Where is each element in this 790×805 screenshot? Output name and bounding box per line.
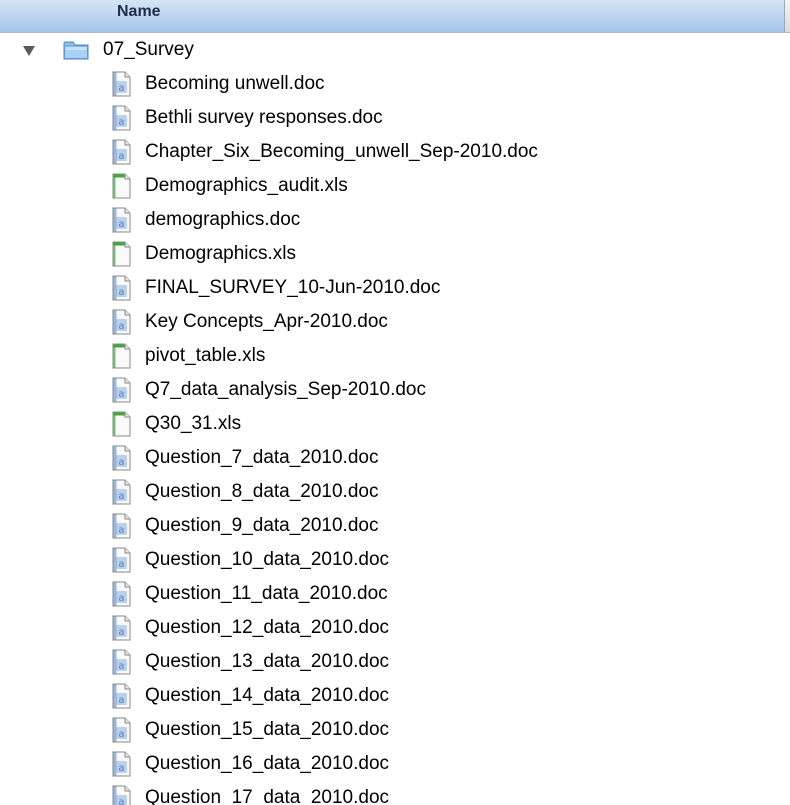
word-document-icon: a (112, 479, 131, 505)
svg-text:a: a (118, 661, 124, 672)
file-name: Question_16_data_2010.doc (145, 753, 390, 774)
svg-text:a: a (118, 559, 124, 570)
file-name: Demographics_audit.xls (145, 175, 348, 196)
file-name: Question_14_data_2010.doc (145, 685, 390, 706)
file-row[interactable]: a Becoming unwell.doc (0, 67, 790, 101)
file-name: Key Concepts_Apr-2010.doc (145, 311, 388, 332)
file-row[interactable]: a Q7_data_analysis_Sep-2010.doc (0, 373, 790, 407)
svg-text:a: a (118, 797, 124, 805)
word-document-icon: a (112, 581, 131, 607)
file-name: Becoming unwell.doc (145, 73, 325, 94)
file-row[interactable]: pivot_table.xls (0, 339, 790, 373)
folder-row-07-survey[interactable]: 07_Survey (0, 33, 790, 67)
file-row[interactable]: a demographics.doc (0, 203, 790, 237)
word-document-icon: a (112, 547, 131, 573)
file-name: Question_8_data_2010.doc (145, 481, 379, 502)
svg-text:a: a (118, 695, 124, 706)
svg-text:a: a (118, 219, 124, 230)
word-document-icon: a (112, 751, 131, 777)
file-row[interactable]: a Question_8_data_2010.doc (0, 475, 790, 509)
svg-text:a: a (118, 593, 124, 604)
excel-spreadsheet-icon (112, 173, 131, 199)
disclosure-triangle-expanded-icon[interactable] (23, 46, 35, 56)
excel-spreadsheet-icon (112, 241, 131, 267)
file-name: Question_9_data_2010.doc (145, 515, 379, 536)
word-document-icon: a (112, 139, 131, 165)
excel-spreadsheet-icon (112, 411, 131, 437)
file-row[interactable]: Demographics_audit.xls (0, 169, 790, 203)
word-document-icon: a (112, 105, 131, 131)
svg-text:a: a (118, 763, 124, 774)
folder-name: 07_Survey (103, 39, 194, 60)
file-name: Chapter_Six_Becoming_unwell_Sep-2010.doc (145, 141, 538, 162)
file-row[interactable]: a Question_17_data_2010.doc (0, 781, 790, 805)
svg-text:a: a (118, 151, 124, 162)
word-document-icon: a (112, 71, 131, 97)
file-name: Demographics.xls (145, 243, 296, 264)
file-name: Question_10_data_2010.doc (145, 549, 390, 570)
file-row[interactable]: a Question_15_data_2010.doc (0, 713, 790, 747)
svg-text:a: a (118, 457, 124, 468)
word-document-icon: a (112, 275, 131, 301)
file-browser: Name 07_Survey a Becoming unwell.doc a Beth… (0, 0, 790, 805)
file-row[interactable]: a Question_10_data_2010.doc (0, 543, 790, 577)
file-list: 07_Survey a Becoming unwell.doc a Bethli su… (0, 33, 790, 805)
column-header-bar: Name (0, 0, 790, 33)
file-row[interactable]: a Question_13_data_2010.doc (0, 645, 790, 679)
svg-text:a: a (118, 525, 124, 536)
svg-text:a: a (118, 287, 124, 298)
word-document-icon: a (112, 377, 131, 403)
file-row[interactable]: Demographics.xls (0, 237, 790, 271)
file-row[interactable]: a Question_9_data_2010.doc (0, 509, 790, 543)
file-row[interactable]: a Question_12_data_2010.doc (0, 611, 790, 645)
file-row[interactable]: a Question_7_data_2010.doc (0, 441, 790, 475)
word-document-icon: a (112, 615, 131, 641)
file-row[interactable]: Q30_31.xls (0, 407, 790, 441)
file-name: Question_13_data_2010.doc (145, 651, 390, 672)
svg-text:a: a (118, 117, 124, 128)
file-name: Q7_data_analysis_Sep-2010.doc (145, 379, 426, 400)
svg-text:a: a (118, 389, 124, 400)
file-name: Question_17_data_2010.doc (145, 787, 390, 805)
file-row[interactable]: a Question_11_data_2010.doc (0, 577, 790, 611)
word-document-icon: a (112, 309, 131, 335)
svg-text:a: a (118, 627, 124, 638)
word-document-icon: a (112, 445, 131, 471)
word-document-icon: a (112, 207, 131, 233)
file-row[interactable]: a Question_14_data_2010.doc (0, 679, 790, 713)
file-row[interactable]: a Question_16_data_2010.doc (0, 747, 790, 781)
file-name: Question_7_data_2010.doc (145, 447, 379, 468)
file-row[interactable]: a Chapter_Six_Becoming_unwell_Sep-2010.do… (0, 135, 790, 169)
file-name: Question_11_data_2010.doc (145, 583, 388, 604)
file-name: FINAL_SURVEY_10-Jun-2010.doc (145, 277, 441, 298)
file-name: Bethli survey responses.doc (145, 107, 383, 128)
file-row[interactable]: a Bethli survey responses.doc (0, 101, 790, 135)
word-document-icon: a (112, 717, 131, 743)
file-name: Question_15_data_2010.doc (145, 719, 390, 740)
svg-text:a: a (118, 321, 124, 332)
word-document-icon: a (112, 513, 131, 539)
word-document-icon: a (112, 649, 131, 675)
svg-text:a: a (118, 491, 124, 502)
svg-text:a: a (118, 83, 124, 94)
folder-icon (63, 41, 89, 60)
file-row[interactable]: a FINAL_SURVEY_10-Jun-2010.doc (0, 271, 790, 305)
file-name: demographics.doc (145, 209, 301, 230)
file-name: Question_12_data_2010.doc (145, 617, 390, 638)
file-row[interactable]: a Key Concepts_Apr-2010.doc (0, 305, 790, 339)
svg-text:a: a (118, 729, 124, 740)
word-document-icon: a (112, 683, 131, 709)
name-column-header[interactable]: Name (0, 0, 785, 32)
name-column-label: Name (117, 3, 161, 20)
file-name: Q30_31.xls (145, 413, 242, 434)
file-name: pivot_table.xls (145, 345, 266, 366)
word-document-icon: a (112, 785, 131, 805)
excel-spreadsheet-icon (112, 343, 131, 369)
